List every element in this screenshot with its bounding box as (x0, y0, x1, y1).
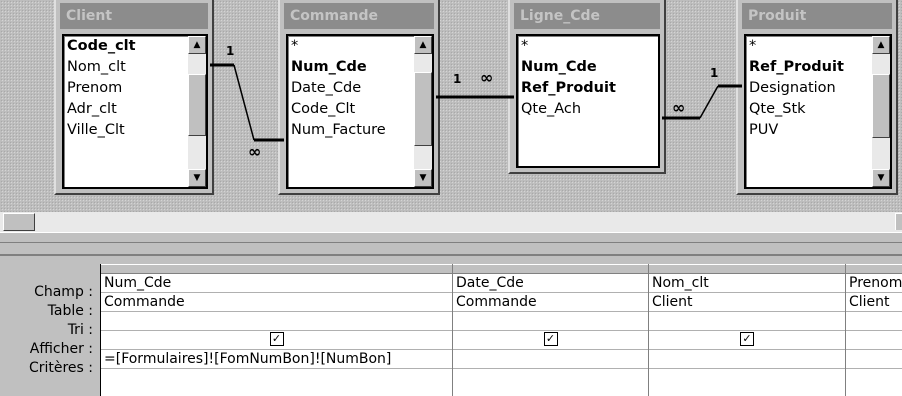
cell-afficher[interactable]: ✓ (101, 331, 452, 350)
grid-column: Num_Cde Commande ✓ =[Formulaires]![FomNu… (101, 264, 453, 396)
column-selector[interactable] (453, 264, 648, 274)
grid-column: Date_Cde Commande ✓ (453, 264, 649, 396)
grid-column: Nom_clt Client ✓ (649, 264, 846, 396)
cell-afficher[interactable]: ✓ (453, 331, 648, 350)
cell-tri[interactable] (101, 312, 452, 331)
pane-splitter[interactable] (0, 232, 902, 255)
cardinality-many-label: ∞ (248, 142, 262, 161)
cell-table[interactable]: Commande (453, 293, 648, 312)
cell-tri[interactable] (649, 312, 845, 331)
relationship-lines (210, 63, 742, 142)
query-design-grid: Champ : Table : Tri : Afficher : Critère… (0, 254, 902, 396)
cardinality-many-label: ∞ (480, 68, 494, 87)
row-label-tri: Tri : (67, 322, 93, 338)
cell-tri[interactable] (846, 312, 902, 331)
relationship-horizontal-scrollbar[interactable] (0, 212, 902, 232)
cell-champ[interactable]: Prenom (846, 274, 902, 293)
cell-tri[interactable] (453, 312, 648, 331)
cardinality-one-label: 1 (710, 66, 719, 80)
checkbox-checked-icon[interactable]: ✓ (269, 332, 284, 346)
scroll-left-button[interactable] (3, 213, 35, 231)
cell-table[interactable]: Client (846, 293, 902, 312)
column-selector[interactable] (649, 264, 845, 274)
scroll-right-button[interactable] (895, 213, 902, 230)
cardinality-many-label: ∞ (672, 98, 686, 117)
cell-champ[interactable]: Date_Cde (453, 274, 648, 293)
relationship-pane: Client Code_clt Nom_clt Prenom Adr_clt V… (0, 0, 902, 212)
cardinality-one-label: 1 (453, 72, 462, 86)
cell-table[interactable]: Client (649, 293, 845, 312)
row-label-champ: Champ : (34, 284, 93, 300)
cardinality-one-label: 1 (226, 44, 235, 58)
cell-champ[interactable]: Nom_clt (649, 274, 845, 293)
cell-criteres[interactable]: =[Formulaires]![FomNumBon]![NumBon] (101, 350, 452, 369)
grid-column: Prenom Client (846, 264, 902, 396)
cell-criteres[interactable] (649, 350, 845, 369)
checkbox-checked-icon[interactable]: ✓ (543, 332, 558, 346)
row-label-criteres: Critères : (28, 360, 93, 376)
row-label-table: Table : (47, 303, 93, 319)
cell-champ[interactable]: Num_Cde (101, 274, 452, 293)
column-selector[interactable] (846, 264, 902, 274)
cell-table[interactable]: Commande (101, 293, 452, 312)
cell-criteres[interactable] (453, 350, 648, 369)
cell-afficher[interactable] (846, 331, 902, 350)
cell-criteres[interactable] (846, 350, 902, 369)
grid-cells: Num_Cde Commande ✓ =[Formulaires]![FomNu… (100, 264, 902, 396)
row-label-afficher: Afficher : (29, 341, 93, 357)
column-selector[interactable] (101, 264, 452, 274)
join-line-client-commande[interactable] (210, 63, 284, 142)
checkbox-checked-icon[interactable]: ✓ (740, 332, 754, 346)
cell-afficher[interactable]: ✓ (649, 331, 845, 350)
